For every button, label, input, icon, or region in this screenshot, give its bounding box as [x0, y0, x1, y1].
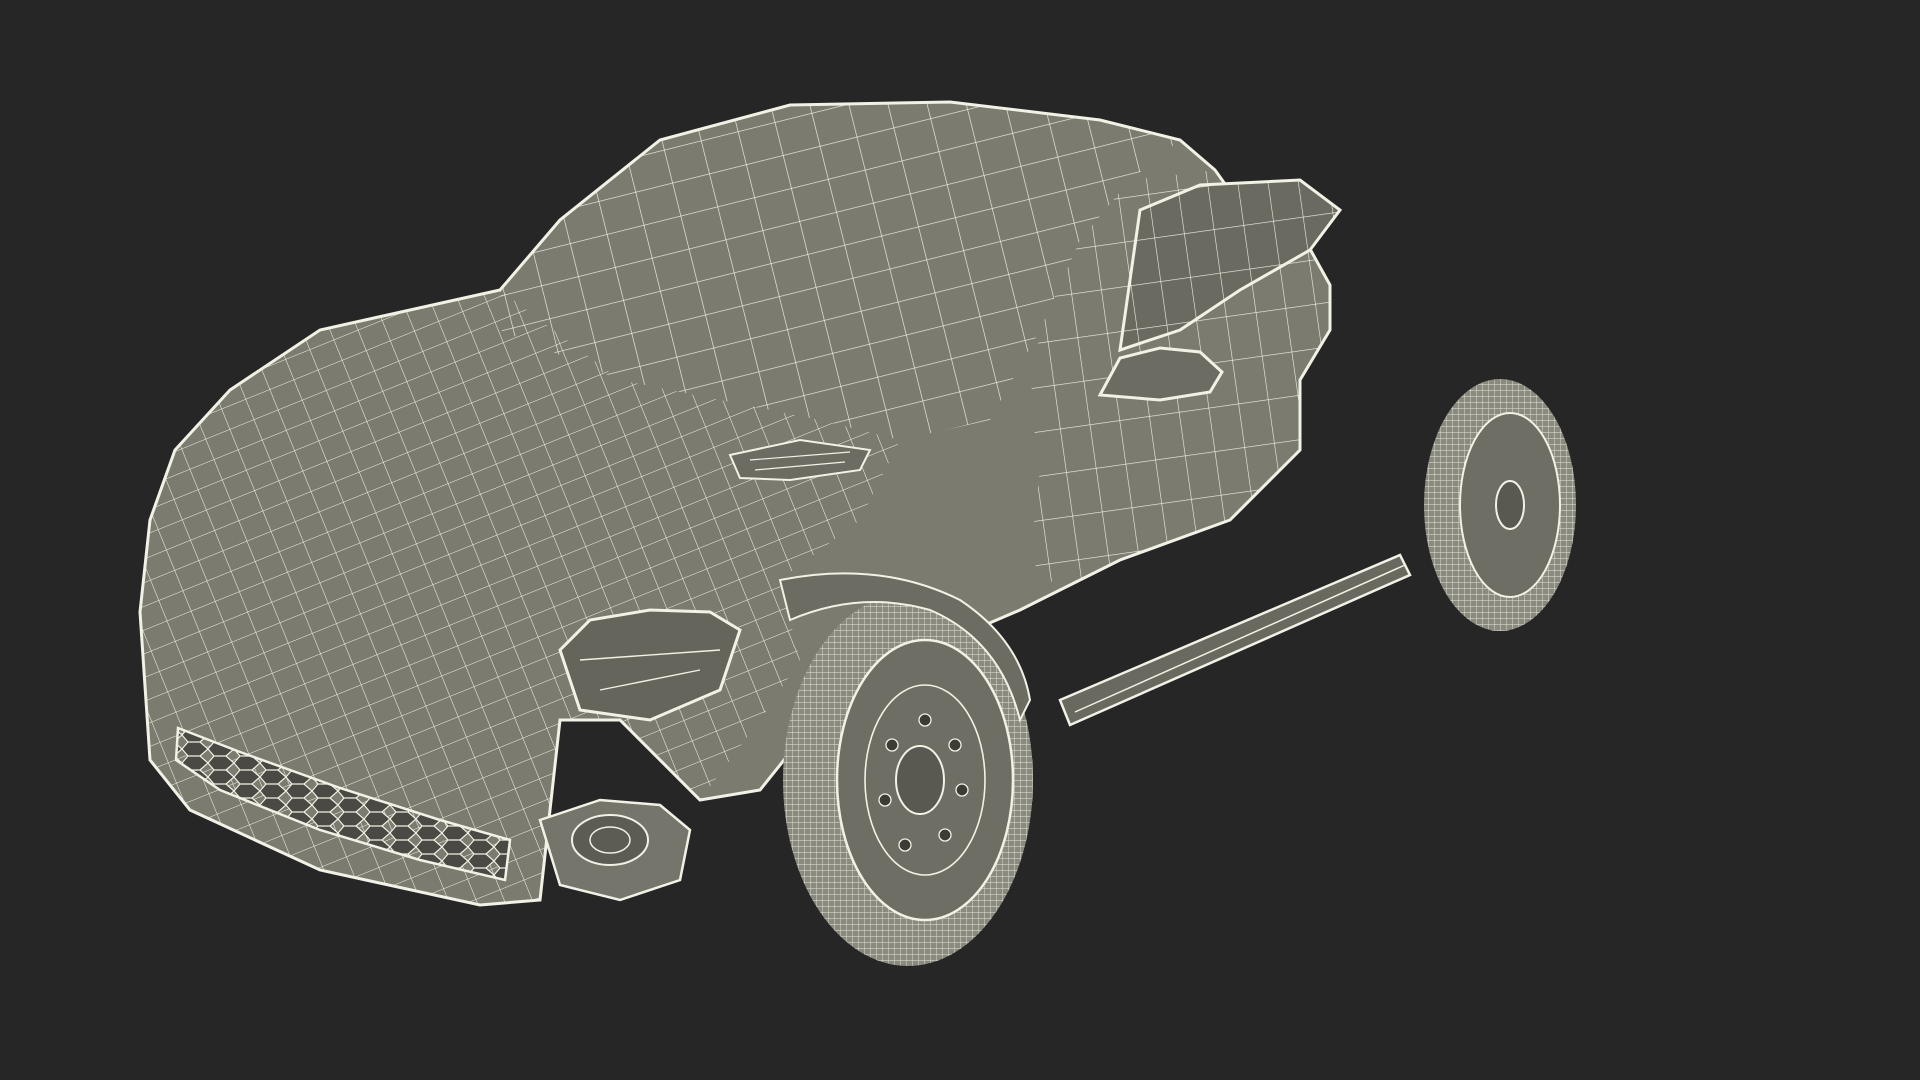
side-skirt [1058, 553, 1412, 727]
fog-light [538, 798, 692, 902]
car-wireframe-render [138, 100, 1576, 966]
rear-wheel [1424, 379, 1576, 631]
render-viewport [0, 0, 1920, 1080]
